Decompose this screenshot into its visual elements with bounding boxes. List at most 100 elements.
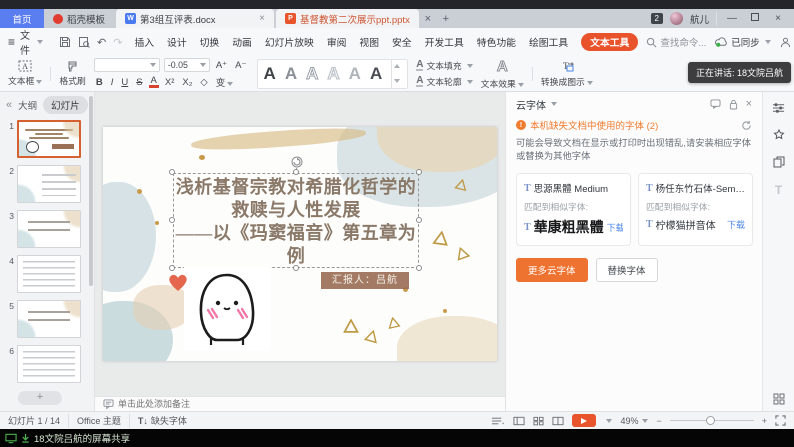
subscript-button[interactable]: X₂ bbox=[180, 77, 194, 88]
wordart-gallery-scroll[interactable] bbox=[391, 59, 401, 89]
tab-docer-template[interactable]: 稻壳模板 bbox=[44, 9, 114, 28]
pin-lock-icon[interactable] bbox=[729, 99, 738, 110]
command-search[interactable]: 查找命令... bbox=[646, 35, 706, 49]
menu-tab-texttools-active[interactable]: 文本工具 bbox=[581, 33, 638, 51]
menu-tab-transition[interactable]: 切换 bbox=[200, 35, 220, 49]
menu-tab-review[interactable]: 审阅 bbox=[327, 35, 347, 49]
file-menu[interactable]: 文件 bbox=[20, 27, 30, 57]
sync-status[interactable]: 已同步 bbox=[715, 35, 771, 49]
maximize-button[interactable] bbox=[747, 13, 763, 24]
slide-thumbnail-1[interactable] bbox=[17, 120, 81, 158]
reading-view-icon[interactable] bbox=[552, 416, 564, 426]
wordart-style-4[interactable]: A bbox=[327, 65, 339, 82]
zoom-slider-knob[interactable] bbox=[706, 416, 715, 425]
menu-tab-slideshow[interactable]: 幻灯片放映 bbox=[265, 35, 314, 49]
wordart-style-5[interactable]: A bbox=[349, 65, 361, 82]
tab-pptx-file[interactable]: P 基督教第二次展示ppt.pptx bbox=[276, 9, 419, 28]
effects-badge-icon[interactable] bbox=[773, 129, 785, 141]
wordart-style-6[interactable]: A bbox=[370, 65, 382, 82]
minimize-button[interactable]: — bbox=[724, 13, 740, 24]
download-link[interactable]: 下载 bbox=[607, 221, 623, 234]
slide-thumbnail-4[interactable] bbox=[17, 255, 81, 293]
shrink-font-button[interactable]: A⁻ bbox=[233, 60, 248, 71]
menu-tab-devtools[interactable]: 开发工具 bbox=[425, 35, 464, 49]
fit-to-window-icon[interactable] bbox=[775, 415, 786, 426]
download-link[interactable]: 下载 bbox=[727, 218, 745, 231]
selection-handle[interactable] bbox=[416, 217, 422, 223]
slide-thumbnail-5[interactable] bbox=[17, 300, 81, 338]
underline-button[interactable]: U bbox=[119, 77, 130, 88]
text-transform-button[interactable]: 变 bbox=[214, 75, 236, 89]
tab-home[interactable]: 首页 bbox=[0, 9, 44, 28]
slide-title[interactable]: 浅析基督宗教对希腊化哲学的 救赎与人性发展 ——以《玛窦福音》第五章为 例 bbox=[175, 176, 417, 268]
normal-view-icon[interactable] bbox=[513, 416, 525, 426]
grow-font-button[interactable]: A⁺ bbox=[214, 60, 229, 71]
menu-tab-drawtools[interactable]: 绘图工具 bbox=[529, 35, 568, 49]
close-window-button[interactable]: × bbox=[770, 13, 786, 24]
zoom-slider[interactable] bbox=[670, 420, 754, 421]
menu-tab-insert[interactable]: 插入 bbox=[134, 35, 154, 49]
zoom-level[interactable]: 49% bbox=[620, 416, 648, 426]
superscript-button[interactable]: X² bbox=[163, 77, 177, 88]
menu-tab-security[interactable]: 安全 bbox=[392, 35, 412, 49]
slide-thumbnail-2[interactable] bbox=[17, 165, 81, 203]
more-cloud-fonts-button[interactable]: 更多云字体 bbox=[516, 258, 588, 282]
presenter-textbox[interactable]: 汇报人：吕航 bbox=[321, 272, 409, 289]
slide-sorter-icon[interactable] bbox=[533, 416, 544, 426]
selection-handle[interactable] bbox=[416, 265, 422, 271]
save-icon[interactable] bbox=[59, 36, 71, 48]
notification-badge[interactable]: 2 bbox=[651, 13, 663, 24]
slide-thumbnail-3[interactable] bbox=[17, 210, 81, 248]
redo-icon[interactable]: ↷ bbox=[113, 36, 122, 49]
tab-docx-file[interactable]: W 第3组互评表.docx × bbox=[116, 9, 274, 28]
font-color-button[interactable]: A bbox=[149, 76, 159, 88]
menu-tab-animation[interactable]: 动画 bbox=[232, 35, 252, 49]
font-name-select[interactable] bbox=[94, 58, 160, 72]
selection-handle[interactable] bbox=[169, 265, 175, 271]
selection-handle[interactable] bbox=[416, 169, 422, 175]
clear-format-button[interactable]: ◇ bbox=[198, 77, 209, 88]
slide-thumbnail-6[interactable] bbox=[17, 345, 81, 383]
new-tab-button[interactable]: + bbox=[437, 9, 455, 28]
thumbnail-scrollbar[interactable] bbox=[89, 96, 93, 286]
tab-docx-close-icon[interactable]: × bbox=[259, 13, 265, 24]
selection-pane-icon[interactable] bbox=[773, 156, 785, 168]
print-preview-icon[interactable] bbox=[78, 36, 90, 48]
wordart-style-2[interactable]: A bbox=[285, 65, 297, 82]
strikethrough-button[interactable]: S bbox=[134, 77, 144, 88]
menu-tab-design[interactable]: 设计 bbox=[167, 35, 187, 49]
notes-input[interactable] bbox=[118, 399, 318, 409]
avatar[interactable] bbox=[670, 12, 683, 25]
format-painter-button[interactable]: 格式刷 bbox=[59, 60, 85, 87]
properties-sliders-icon[interactable] bbox=[772, 102, 785, 114]
theme-label[interactable]: Office 主题 bbox=[77, 414, 121, 427]
slide-1[interactable]: 浅析基督宗教对希腊化哲学的 救赎与人性发展 ——以《玛窦福音》第五章为 例 汇报… bbox=[103, 127, 497, 361]
collaborate-button[interactable]: 协作 bbox=[780, 35, 794, 49]
bold-button[interactable]: B bbox=[94, 77, 105, 88]
convert-to-diagram-button[interactable]: T 转换成图示 bbox=[541, 60, 593, 88]
text-effects-button[interactable]: A 文本效果 bbox=[481, 58, 524, 90]
wordart-style-1[interactable]: A bbox=[264, 65, 276, 82]
tab-close-icon[interactable]: × bbox=[419, 9, 437, 28]
selection-handle[interactable] bbox=[169, 169, 175, 175]
menu-tab-features[interactable]: 特色功能 bbox=[477, 35, 516, 49]
collapse-panel-icon[interactable]: « bbox=[6, 99, 12, 111]
zoom-out-button[interactable]: − bbox=[656, 416, 661, 426]
slides-tab[interactable]: 幻灯片 bbox=[43, 96, 88, 114]
character-spacing-select[interactable]: -0.05 bbox=[164, 58, 210, 72]
grid-view-icon[interactable] bbox=[773, 393, 785, 405]
selection-handle[interactable] bbox=[169, 217, 175, 223]
wordart-style-3[interactable]: A bbox=[306, 65, 318, 82]
insert-textbox-button[interactable]: A 文本框 bbox=[8, 60, 42, 87]
rotate-handle[interactable] bbox=[291, 156, 303, 168]
outline-tab[interactable]: 大纲 bbox=[18, 98, 37, 112]
close-panel-icon[interactable]: × bbox=[746, 98, 752, 110]
cartoon-sticker-image[interactable] bbox=[184, 267, 270, 351]
feedback-icon[interactable] bbox=[710, 99, 721, 109]
selection-handle[interactable] bbox=[293, 265, 299, 271]
slideshow-play-button[interactable] bbox=[572, 414, 596, 427]
hamburger-menu-icon[interactable]: ≡ bbox=[8, 35, 15, 49]
missing-font-status[interactable]: T↓ 缺失字体 bbox=[138, 414, 187, 427]
refresh-icon[interactable] bbox=[741, 120, 752, 131]
text-fill-button[interactable]: A文本填充 bbox=[416, 59, 472, 72]
